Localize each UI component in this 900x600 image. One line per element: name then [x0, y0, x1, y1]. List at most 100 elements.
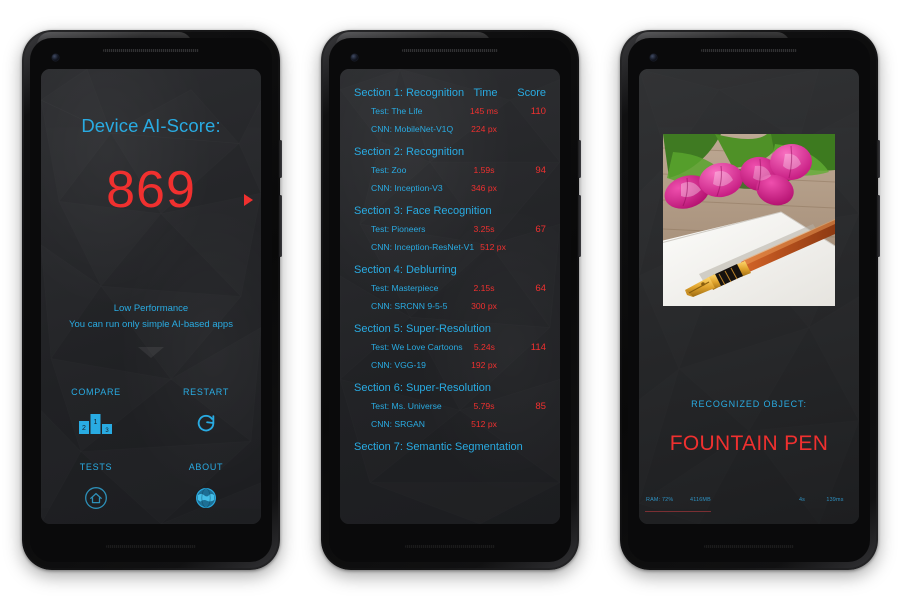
row-label: CNN: MobileNet-V1Q — [371, 124, 454, 134]
restart-button[interactable]: RESTART — [151, 387, 261, 440]
section-header: Section 3: Face Recognition — [354, 205, 546, 217]
row-label: CNN: Inception-V3 — [371, 183, 443, 193]
section-header: Section 6: Super-Resolution — [354, 382, 546, 394]
table-row: CNN: Inception-V3 346 px — [354, 183, 546, 193]
row-time: 5.24s — [473, 342, 495, 352]
about-label: ABOUT — [188, 462, 224, 472]
table-row: Test: The Life 145 ms 110 — [354, 106, 546, 117]
row-time: 512 px — [480, 242, 506, 252]
action-row-top: COMPARE 2 1 3 RESTART — [41, 387, 261, 440]
row-label: CNN: SRGAN — [371, 419, 425, 429]
row-time: 192 px — [471, 360, 497, 370]
section-title: Section 4: Deblurring — [354, 264, 457, 276]
status-memory: 4116MB — [690, 497, 711, 503]
tests-button[interactable]: TESTS — [41, 462, 151, 515]
volume-button[interactable] — [877, 195, 880, 257]
phone-device-1: Device AI-Score: 869 Low Performance You… — [22, 30, 282, 570]
tests-label: TESTS — [79, 462, 113, 472]
power-button[interactable] — [877, 140, 880, 178]
row-time: 346 px — [471, 183, 497, 193]
phone-screen-3: RECOGNIZED OBJECT: FOUNTAIN PEN RAM: 72%… — [639, 69, 859, 524]
phone-screen-1: Device AI-Score: 869 Low Performance You… — [41, 69, 261, 524]
table-row: CNN: SRGAN 512 px — [354, 419, 546, 429]
progress-underline — [645, 511, 711, 512]
status-bar: RAM: 72% 4116MB 4s 139ms — [639, 493, 859, 507]
row-label: Test: Zoo — [371, 165, 407, 175]
table-row: CNN: Inception-ResNet-V1 512 px — [354, 242, 546, 252]
row-time: 1.59s — [473, 165, 495, 175]
ai-score-value: 869 — [106, 161, 196, 219]
compare-button[interactable]: COMPARE 2 1 3 — [41, 387, 151, 440]
row-label: Test: Masterpiece — [371, 283, 439, 293]
power-button[interactable] — [279, 140, 282, 178]
section-title: Section 2: Recognition — [354, 146, 465, 158]
row-score: 94 — [535, 165, 546, 176]
section-title: Section 1: Recognition — [354, 87, 465, 99]
row-score: 67 — [535, 224, 546, 235]
row-time: 145 ms — [469, 106, 499, 116]
row-score: 114 — [530, 342, 546, 353]
about-button[interactable]: ABOUT — [151, 462, 261, 515]
phone-device-2: Section 1: Recognition Time Score Test: … — [321, 30, 581, 570]
table-row: CNN: MobileNet-V1Q 224 px — [354, 124, 546, 134]
section-title: Section 7: Semantic Segmentation — [354, 441, 523, 453]
phone-bezel-3: RECOGNIZED OBJECT: FOUNTAIN PEN RAM: 72%… — [628, 38, 870, 562]
recognized-object-label: RECOGNIZED OBJECT: — [691, 399, 807, 409]
row-time: 300 px — [471, 301, 497, 311]
action-grid: COMPARE 2 1 3 RESTART TESTS ABOUT — [41, 387, 261, 515]
row-label: CNN: VGG-19 — [371, 360, 426, 370]
table-row: Test: Masterpiece 2.15s 64 — [354, 283, 546, 294]
globe-icon — [151, 481, 261, 515]
front-camera-icon — [650, 54, 657, 61]
column-header-score: Score — [517, 87, 546, 99]
podium-icon: 2 1 3 — [41, 406, 151, 440]
phone-bezel-1: Device AI-Score: 869 Low Performance You… — [30, 38, 272, 562]
earpiece-speaker — [402, 49, 498, 52]
phone-device-3: RECOGNIZED OBJECT: FOUNTAIN PEN RAM: 72%… — [620, 30, 880, 570]
volume-button[interactable] — [279, 195, 282, 257]
bottom-speaker — [106, 545, 196, 548]
svg-text:2: 2 — [82, 425, 86, 432]
section-title: Section 3: Face Recognition — [354, 205, 492, 217]
front-camera-icon — [351, 54, 358, 61]
row-time: 224 px — [471, 124, 497, 134]
bottom-speaker — [704, 545, 794, 548]
table-row: Test: Zoo 1.59s 94 — [354, 165, 546, 176]
performance-subtitle: You can run only simple AI-based apps — [69, 319, 233, 330]
compare-label: COMPARE — [71, 387, 121, 397]
decorative-triangle-icon — [138, 347, 164, 358]
status-duration: 4s — [798, 497, 806, 503]
section-header: Section 4: Deblurring — [354, 264, 546, 276]
performance-label: Low Performance — [113, 303, 189, 314]
power-button[interactable] — [578, 140, 581, 178]
row-score: 85 — [535, 401, 546, 412]
benchmark-results-list[interactable]: Section 1: Recognition Time Score Test: … — [340, 69, 560, 524]
row-time: 512 px — [471, 419, 497, 429]
table-row: Test: Pioneers 3.25s 67 — [354, 224, 546, 235]
play-triangle-icon[interactable] — [244, 194, 253, 206]
status-ram: RAM: 72% — [646, 497, 674, 503]
section-title: Section 6: Super-Resolution — [354, 382, 491, 394]
row-label: Test: Ms. Universe — [371, 401, 442, 411]
section-title: Section 5: Super-Resolution — [354, 323, 491, 335]
section-header: Section 1: Recognition Time Score — [354, 87, 546, 99]
row-label: Test: We Love Cartoons — [371, 342, 463, 352]
row-label: CNN: SRCNN 9-5-5 — [371, 301, 448, 311]
row-score: 110 — [530, 106, 546, 117]
fountain-pen-and-tulips-photo — [663, 134, 835, 306]
section-header: Section 2: Recognition — [354, 146, 546, 158]
page-title: Device AI-Score: — [81, 115, 221, 136]
restart-label: RESTART — [182, 387, 230, 397]
section-header: Section 5: Super-Resolution — [354, 323, 546, 335]
bottom-speaker — [405, 545, 495, 548]
volume-button[interactable] — [578, 195, 581, 257]
phones-showcase: Device AI-Score: 869 Low Performance You… — [0, 0, 900, 600]
table-row: Test: We Love Cartoons 5.24s 114 — [354, 342, 546, 353]
front-camera-icon — [52, 54, 59, 61]
status-latency: 139ms — [826, 497, 844, 503]
svg-text:1: 1 — [94, 419, 98, 426]
row-score: 64 — [535, 283, 546, 294]
earpiece-speaker — [701, 49, 797, 52]
section-header: Section 7: Semantic Segmentation — [354, 441, 546, 453]
home-icon — [41, 481, 151, 515]
